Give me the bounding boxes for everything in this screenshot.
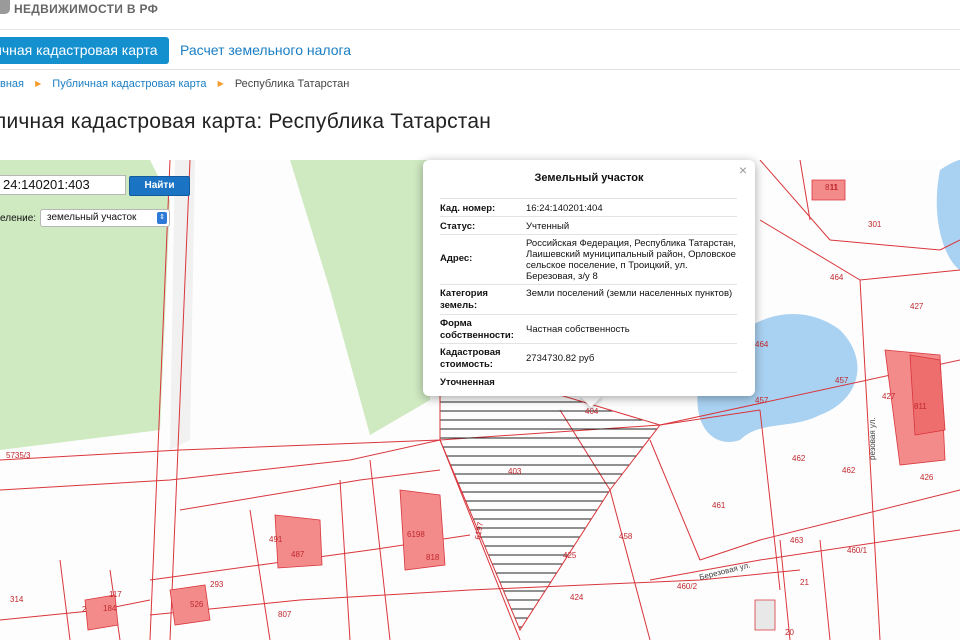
parcel-label: 457 [835, 376, 849, 385]
cadastral-search-input[interactable]: 24:140201:403 [0, 175, 126, 195]
parcel-label: 403 [508, 467, 522, 476]
parcel-label: 526 [190, 600, 204, 609]
row-key: Адрес: [440, 253, 473, 264]
selected-parcel[interactable] [439, 389, 661, 632]
row-value: 16:24:140201:404 [526, 203, 603, 214]
division-label: еление: [0, 213, 37, 224]
parcel-label: 5735/3 [6, 451, 31, 460]
street-label: Березовая ул. [698, 561, 751, 582]
parcel-label: 426 [920, 473, 934, 482]
parcel-label: 293 [210, 580, 224, 589]
row-key: Кадастровая стоимость: [440, 347, 501, 370]
parcel-label: 464 [830, 273, 844, 282]
division-selected-value: земельный участок [47, 212, 137, 223]
parcel-label: 2 [82, 605, 87, 614]
green-area [0, 160, 170, 450]
parcel-label: 404 [585, 407, 599, 416]
parcel-label: 461 [712, 501, 726, 510]
popup-row-land-category: Категория земель: Земли поселений (земли… [440, 284, 737, 314]
parcel-label: 807 [278, 610, 292, 619]
row-value: Учтенный [526, 221, 570, 232]
popup-title: Земельный участок [534, 172, 644, 184]
parcel-label: 460/1 [847, 546, 868, 555]
row-key: Форма собственности: [440, 318, 514, 341]
popup-row-status: Статус: Учтенный [440, 216, 737, 234]
green-area [290, 160, 430, 435]
parcel-label: 463 [790, 536, 804, 545]
row-key: Категория земель: [440, 288, 488, 311]
parcel-label: 21 [800, 578, 809, 587]
parcel-label: 424 [570, 593, 584, 602]
popup-row-ownership: Форма собственности: Частная собственнос… [440, 314, 737, 343]
row-value: Земли поселений (земли населенных пункто… [526, 288, 733, 299]
parcel-label: 184 [103, 604, 117, 613]
row-value: Частная собственность [526, 324, 630, 335]
road [170, 160, 195, 450]
site-header: НЕДВИЖИМОСТИ В РФ [0, 0, 960, 30]
row-key: Уточненная [440, 377, 495, 388]
parcel-label: 487 [291, 550, 305, 559]
water-body [936, 160, 960, 270]
tab-land-tax[interactable]: Расчет земельного налога [170, 37, 361, 64]
search-button[interactable]: Найти [129, 176, 190, 196]
parcel-label: 457 [755, 396, 769, 405]
parcel-label: 20 [785, 628, 794, 637]
parcel-info-popup: × Земельный участок Кад. номер: 16:24:14… [423, 160, 755, 396]
emblem-icon [0, 0, 10, 14]
site-title: НЕДВИЖИМОСТИ В РФ [14, 2, 159, 16]
parcel-label: 11 [830, 183, 839, 192]
parcel-label: 464 [755, 340, 769, 349]
popup-row-cadastral-value: Кадастровая стоимость: 2734730.82 руб [440, 343, 737, 372]
popup-row-cadastral-number: Кад. номер: 16:24:140201:404 [440, 198, 737, 216]
nav-tabs: ичная кадастровая карта Расчет земельног… [0, 30, 960, 70]
breadcrumb-home[interactable]: вная [0, 78, 24, 90]
breadcrumb-separator-icon: ▶ [35, 79, 42, 88]
parcel-label: 462 [842, 466, 856, 475]
parcel-label: 462 [792, 454, 806, 463]
parcel-label: 460/2 [677, 582, 698, 591]
street-labels: Березовая ул. резовая ул. [698, 417, 877, 582]
parcel-label: 427 [882, 392, 896, 401]
breadcrumb-public-map[interactable]: Публичная кадастровая карта [52, 78, 206, 90]
row-value: Российская Федерация, Республика Татарст… [526, 238, 736, 282]
parcel-label: 818 [426, 553, 440, 562]
row-value: 2734730.82 руб [526, 353, 595, 364]
row-key: Кад. номер: [440, 203, 496, 214]
row-key: Статус: [440, 221, 476, 232]
popup-row-address: Адрес: Российская Федерация, Республика … [440, 234, 737, 284]
parcel-label: 301 [868, 220, 882, 229]
select-arrows-icon: ⇕ [157, 212, 167, 224]
page-title: личная кадастровая карта: Республика Тат… [0, 110, 492, 133]
parcel-label: 458 [619, 532, 633, 541]
parcel-label: 811 [914, 402, 927, 411]
street-label: резовая ул. [868, 417, 877, 460]
parcel-label: 491 [269, 535, 283, 544]
popup-row-refined: Уточненная [440, 372, 737, 396]
breadcrumb: вная ▶ Публичная кадастровая карта ▶ Рес… [0, 78, 349, 94]
breadcrumb-current: Республика Татарстан [234, 78, 350, 90]
division-select[interactable]: земельный участок ⇕ [40, 209, 170, 227]
parcel-label: 6198 [407, 530, 425, 539]
parcel-label: 314 [10, 595, 24, 604]
breadcrumb-separator-icon: ▶ [217, 79, 224, 88]
parcel-label: 427 [910, 302, 924, 311]
app-root: НЕДВИЖИМОСТИ В РФ ичная кадастровая карт… [0, 0, 960, 640]
parcel-label: 425 [563, 551, 577, 560]
tab-cadastral-map[interactable]: ичная кадастровая карта [0, 37, 169, 64]
parcel-label: 117 [109, 590, 122, 599]
